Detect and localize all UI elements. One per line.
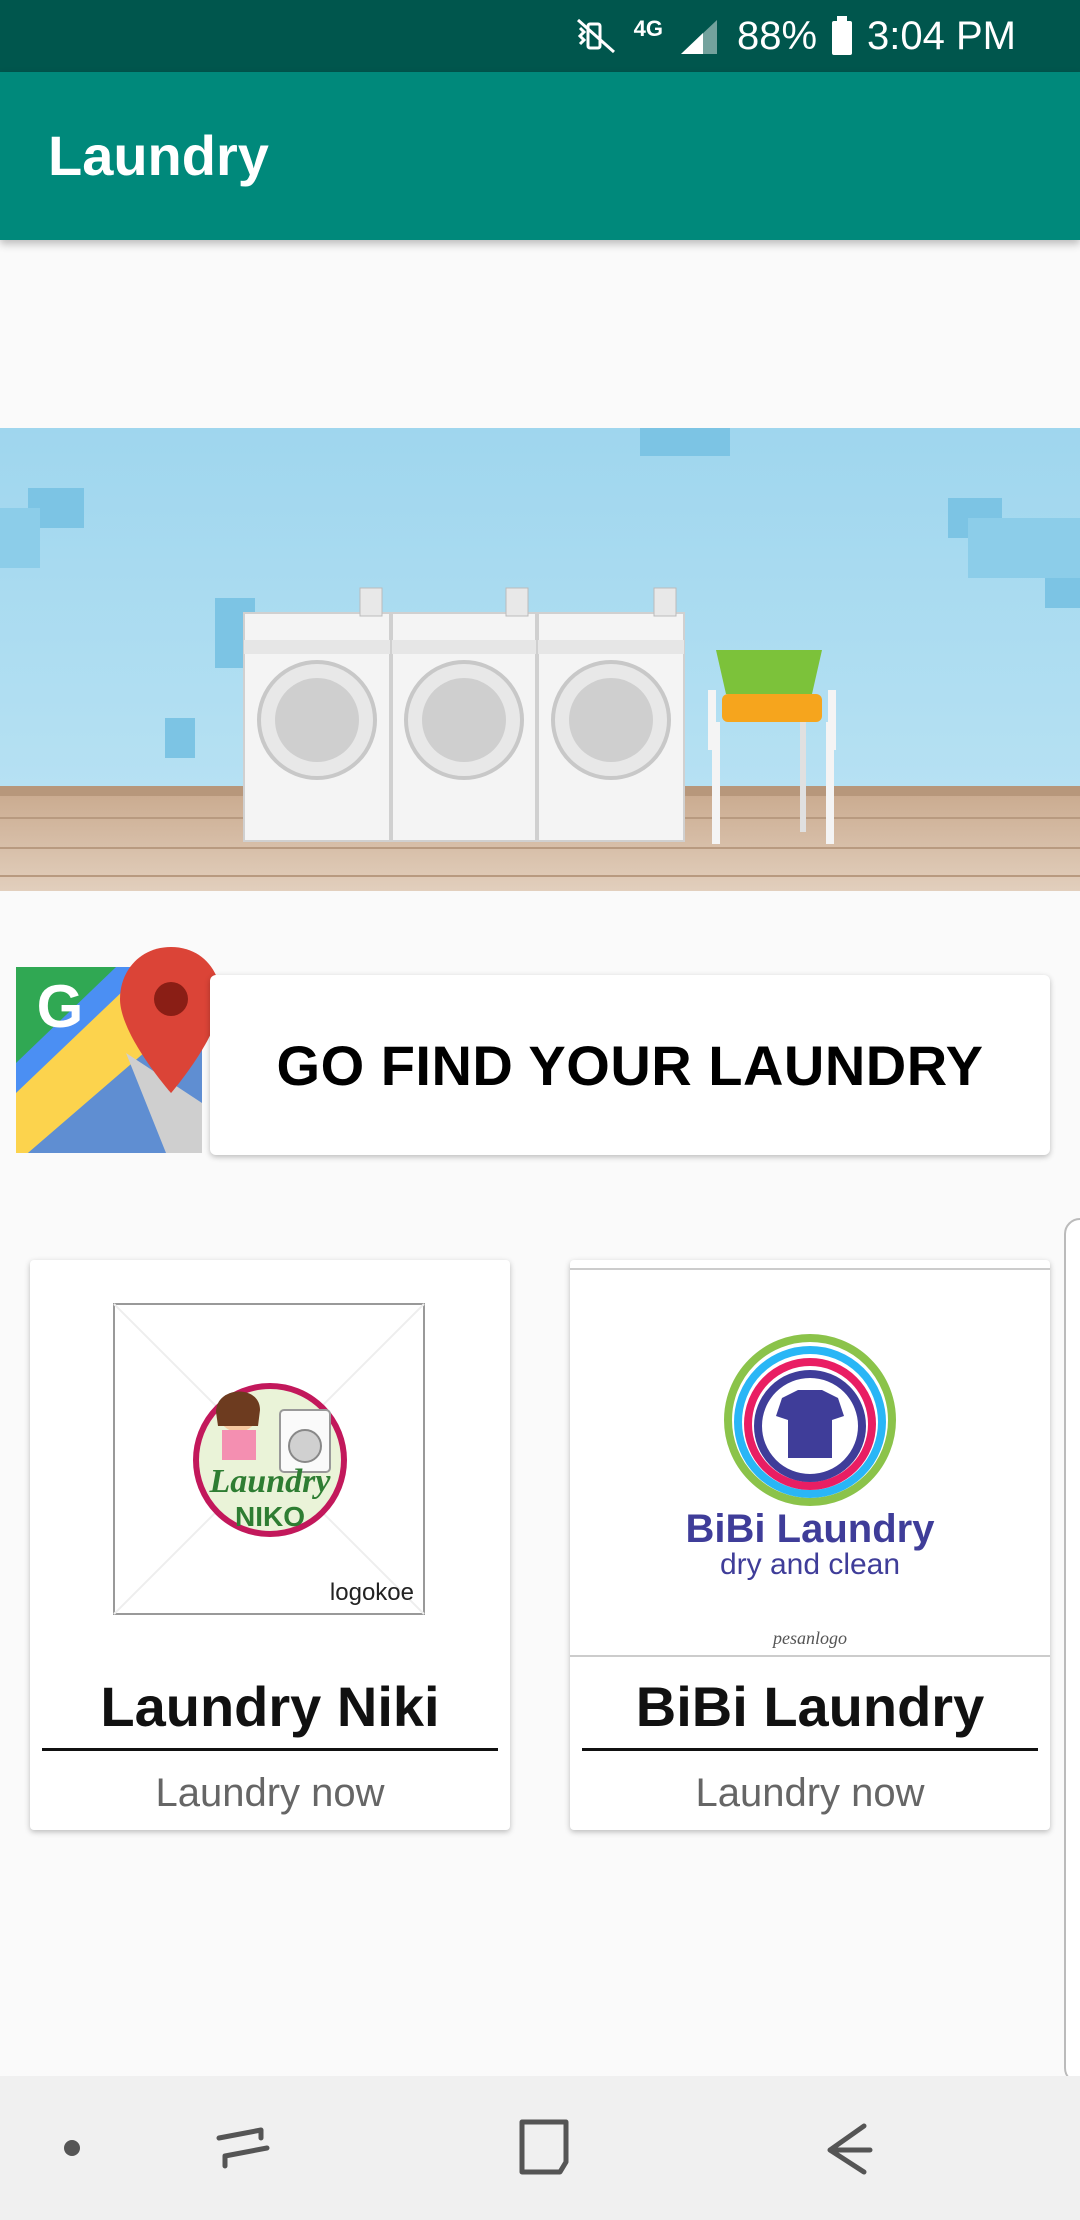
navigation-bar [0,2076,1080,2220]
home-icon[interactable] [504,2108,584,2188]
logo-text-bibi: BiBi Laundry [686,1507,936,1551]
signal-icon [680,20,717,54]
svg-text:G: G [37,973,84,1040]
laundry-niko-logo-image: Laundry NIKO logokoe [113,1303,425,1615]
clock: 3:04 PM [867,13,1016,58]
laundry-now-link[interactable]: Laundry now [30,1760,510,1826]
card-divider [582,1748,1038,1751]
laundry-card[interactable]: BiBi Laundry dry and clean pesanlogo BiB… [570,1260,1050,1830]
logo-text-laundry: Laundry [209,1463,332,1500]
logo-text-niko: NIKO [235,1501,305,1532]
status-bar: 4G 88% 3:04 PM [0,0,1080,72]
laundry-name: Laundry Niki [100,1675,440,1738]
mute-vibrate-icon [576,18,615,54]
logo-watermark: pesanlogo [771,1628,847,1648]
laundry-card[interactable]: Laundry NIKO logokoe Laundry Niki Laundr… [30,1260,510,1830]
washer-2 [391,587,537,842]
washer-3 [537,587,685,842]
dot-icon[interactable] [32,2108,112,2188]
next-card-peek[interactable] [1064,1218,1080,2084]
washer-1 [243,587,391,842]
go-find-laundry-button[interactable]: GO FIND YOUR LAUNDRY [210,975,1050,1155]
app-title: Laundry [48,124,269,187]
app-bar: Laundry [0,72,1080,240]
logo-text-dry-clean: dry and clean [720,1548,900,1581]
hero-banner-image [0,428,1080,891]
network-type: 4G [633,16,663,41]
recent-apps-icon[interactable] [203,2108,283,2188]
laundry-name: BiBi Laundry [635,1675,985,1738]
battery-icon [832,16,853,55]
status-icons: 4G 88% 3:04 PM [574,0,1016,72]
find-laundry-row: G GO FIND YOUR LAUNDRY [16,943,1050,1157]
bibi-laundry-logo-image: BiBi Laundry dry and clean pesanlogo [570,1268,1050,1648]
battery-percent: 88% [736,13,818,58]
logo-watermark: logokoe [330,1579,414,1606]
laundry-now-link[interactable]: Laundry now [570,1760,1050,1826]
card-divider [42,1748,498,1751]
back-icon[interactable] [808,2108,888,2188]
google-maps-icon[interactable]: G [16,943,216,1157]
